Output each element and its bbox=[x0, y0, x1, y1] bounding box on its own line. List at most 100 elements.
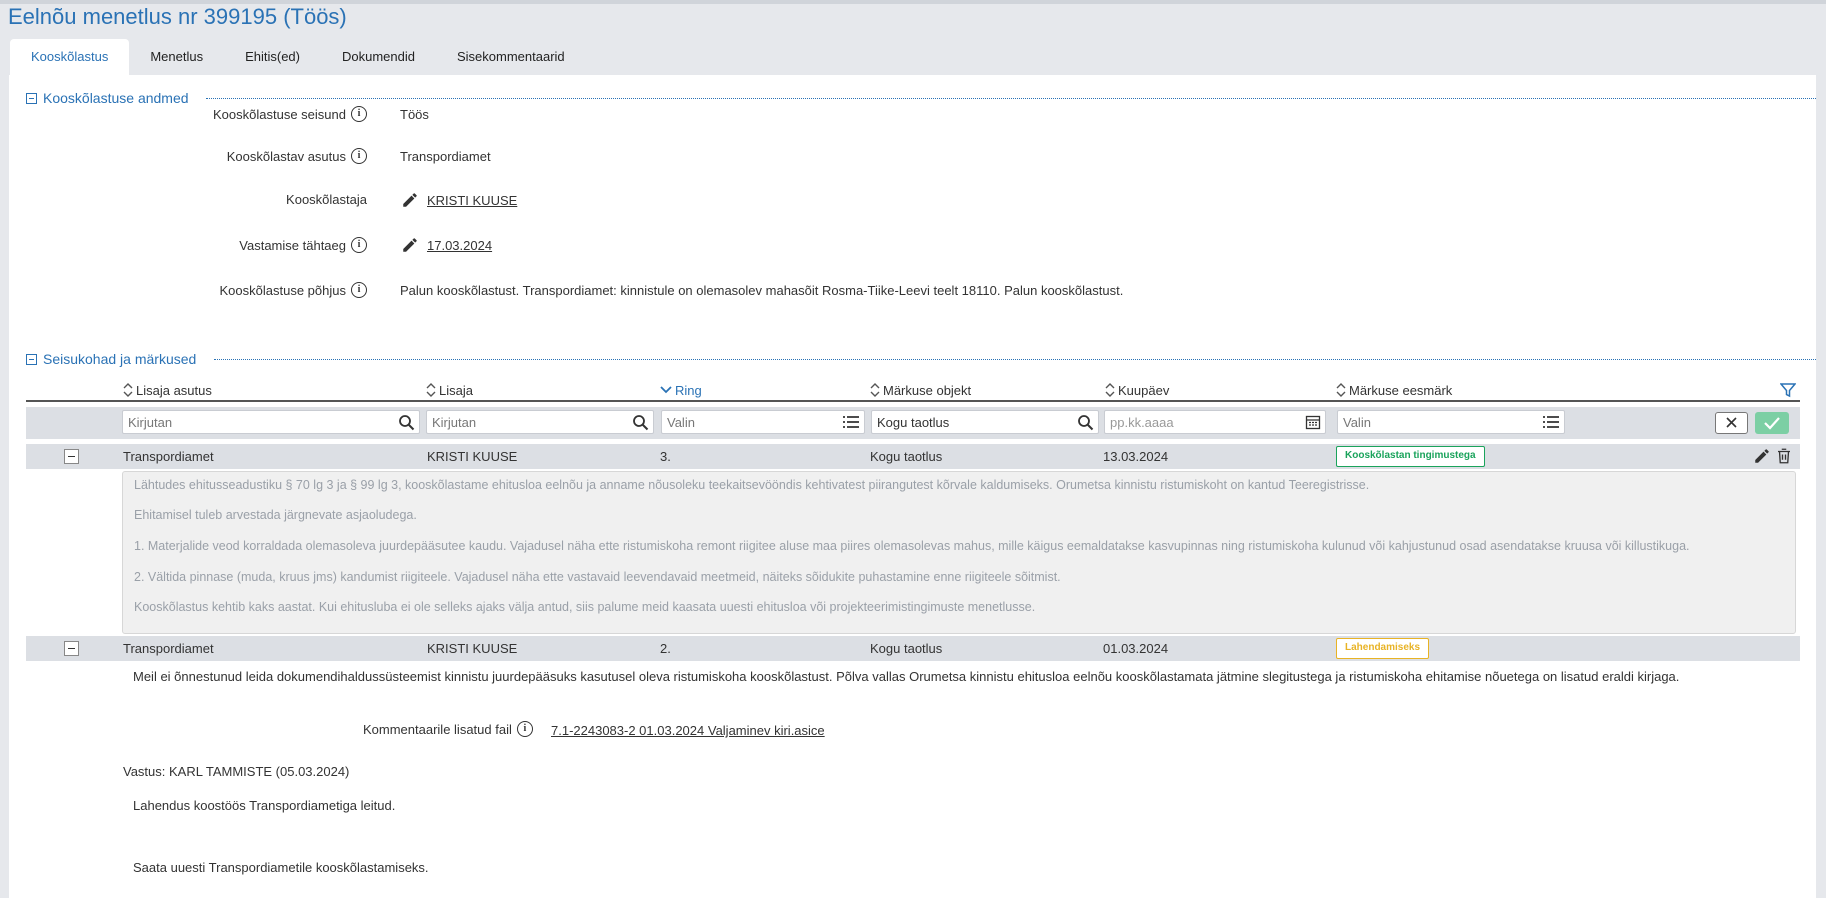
section-title: Seisukohad ja märkused bbox=[43, 351, 197, 367]
check-icon bbox=[1764, 417, 1780, 430]
column-header-lisaja-asutus[interactable]: Lisaja asutus bbox=[123, 381, 212, 399]
status-badge: Lahendamiseks bbox=[1336, 638, 1430, 659]
edit-pencil-icon[interactable] bbox=[401, 191, 419, 209]
cell-ring: 3. bbox=[660, 449, 671, 464]
cell-objekt: Kogu taotlus bbox=[870, 641, 943, 656]
cell-kuupaev: 13.03.2024 bbox=[1103, 449, 1169, 464]
field-label: Kooskõlastuse põhjus i bbox=[220, 282, 367, 298]
cell-ring: 2. bbox=[660, 641, 671, 656]
field-tahtaeg: Vastamise tähtaeg i 17.03.2024 bbox=[9, 237, 1816, 257]
clear-filter-button[interactable] bbox=[1715, 412, 1748, 434]
collapse-icon[interactable] bbox=[26, 92, 37, 104]
field-kooskolastaja: Kooskõlastaja KRISTI KUUSE bbox=[9, 192, 1816, 212]
close-icon bbox=[1726, 417, 1737, 428]
column-header-kuupaev[interactable]: Kuupäev bbox=[1105, 381, 1169, 399]
page-title: Eelnõu menetlus nr 399195 (Töös) bbox=[8, 4, 347, 29]
calendar-icon[interactable] bbox=[1305, 414, 1321, 430]
list-icon[interactable] bbox=[1542, 414, 1560, 430]
tab-menetlus[interactable]: Menetlus bbox=[129, 39, 224, 75]
sort-icon bbox=[1105, 383, 1115, 397]
trash-icon[interactable] bbox=[1775, 447, 1793, 465]
sort-icon bbox=[1336, 383, 1346, 397]
cell-lisaja: KRISTI KUUSE bbox=[427, 449, 518, 464]
comment-box: Lähtudes ehitusseadustiku § 70 lg 3 ja §… bbox=[122, 471, 1796, 634]
field-asutus: Kooskõlastav asutus i Transpordiamet bbox=[9, 148, 1816, 168]
comment-line: 2. Vältida pinnase (muda, kruus jms) kan… bbox=[134, 570, 1061, 584]
filter-ring-select[interactable]: Valin bbox=[661, 410, 865, 434]
sort-desc-icon bbox=[660, 386, 672, 394]
field-label: Kooskõlastaja bbox=[286, 192, 367, 207]
section-title: Kooskõlastuse andmed bbox=[43, 90, 189, 106]
comment-line: Kooskõlastus kehtib kaks aastat. Kui ehi… bbox=[134, 600, 1036, 614]
column-header-markuse-eesmark[interactable]: Märkuse eesmärk bbox=[1336, 381, 1452, 399]
column-header-ring[interactable]: Ring bbox=[660, 381, 702, 399]
list-icon[interactable] bbox=[842, 414, 860, 430]
filter-icon[interactable] bbox=[1780, 381, 1799, 399]
comment-line: 1. Materjalide veod korraldada olemasole… bbox=[134, 539, 1690, 553]
row-actions bbox=[1753, 447, 1793, 465]
column-header-markuse-objekt[interactable]: Märkuse objekt bbox=[870, 381, 971, 399]
table-row: Transpordiamet KRISTI KUUSE 3. Kogu taot… bbox=[26, 444, 1800, 469]
tab-dokumendid[interactable]: Dokumendid bbox=[321, 39, 436, 75]
answer-line: Saata uuesti Transpordiametile kooskõlas… bbox=[133, 860, 429, 875]
tab-sisekommentaarid[interactable]: Sisekommentaarid bbox=[436, 39, 586, 75]
filter-kuupaev-input[interactable]: pp.kk.aaaa bbox=[1104, 410, 1326, 434]
field-value: Palun kooskõlastust. Transpordiamet: kin… bbox=[400, 283, 1124, 298]
answer-line: Lahendus koostöös Transpordiametiga leit… bbox=[133, 798, 396, 813]
attached-file-label: Kommentaarile lisatud fail i bbox=[363, 721, 533, 737]
info-icon[interactable]: i bbox=[351, 106, 367, 122]
search-icon[interactable] bbox=[398, 414, 415, 431]
field-label: Kooskõlastav asutus i bbox=[227, 148, 367, 164]
funnel-icon bbox=[1780, 383, 1796, 398]
comment-line: Lähtudes ehitusseadustiku § 70 lg 3 ja §… bbox=[134, 478, 1370, 492]
edit-pencil-icon[interactable] bbox=[1753, 447, 1771, 465]
comment-text: Meil ei õnnestunud leida dokumendihaldus… bbox=[133, 669, 1680, 684]
tab-ehitised[interactable]: Ehitis(ed) bbox=[224, 39, 321, 75]
field-pohjus: Kooskõlastuse põhjus i Palun kooskõlastus… bbox=[9, 282, 1816, 302]
section-header-kooskolastuse-andmed: Kooskõlastuse andmed bbox=[26, 90, 189, 106]
cell-kuupaev: 01.03.2024 bbox=[1103, 641, 1169, 656]
field-value: Töös bbox=[400, 107, 429, 122]
search-icon[interactable] bbox=[1077, 414, 1094, 431]
section-divider bbox=[214, 359, 1816, 360]
collapse-row-icon[interactable] bbox=[64, 641, 79, 656]
filter-eesmark-select[interactable]: Valin bbox=[1337, 410, 1565, 434]
edit-pencil-icon[interactable] bbox=[401, 236, 419, 254]
cell-objekt: Kogu taotlus bbox=[870, 449, 943, 464]
section-header-seisukohad: Seisukohad ja märkused bbox=[26, 351, 196, 367]
field-seisund: Kooskõlastuse seisund i Töös bbox=[9, 106, 1816, 126]
cell-asutus: Transpordiamet bbox=[123, 449, 214, 464]
info-icon[interactable]: i bbox=[351, 237, 367, 253]
tab-kooskolastus[interactable]: Kooskõlastus bbox=[10, 39, 130, 75]
status-badge: Kooskõlastan tingimustega bbox=[1336, 446, 1485, 467]
comment-line: Ehitamisel tuleb arvestada järgnevate as… bbox=[134, 508, 417, 522]
sort-icon bbox=[870, 383, 880, 397]
search-icon[interactable] bbox=[632, 414, 649, 431]
sort-icon bbox=[123, 383, 133, 397]
cell-asutus: Transpordiamet bbox=[123, 641, 214, 656]
field-value: Transpordiamet bbox=[400, 149, 491, 164]
section-divider bbox=[206, 98, 1816, 99]
field-label: Vastamise tähtaeg i bbox=[239, 237, 367, 253]
attached-file-link[interactable]: 7.1-2243083-2 01.03.2024 Valjaminev kiri… bbox=[551, 723, 825, 738]
field-label: Kooskõlastuse seisund i bbox=[213, 106, 367, 122]
cell-lisaja: KRISTI KUUSE bbox=[427, 641, 518, 656]
filter-lisaja-input[interactable]: Kirjutan bbox=[426, 410, 654, 434]
column-header-lisaja[interactable]: Lisaja bbox=[426, 381, 473, 399]
answer-author: Vastus: KARL TAMMISTE (05.03.2024) bbox=[123, 764, 350, 779]
info-icon[interactable]: i bbox=[516, 721, 533, 737]
tahtaeg-link[interactable]: 17.03.2024 bbox=[427, 238, 492, 253]
filter-asutus-input[interactable]: Kirjutan bbox=[122, 410, 420, 434]
table-header-line bbox=[26, 400, 1800, 402]
info-icon[interactable]: i bbox=[351, 148, 367, 164]
collapse-icon[interactable] bbox=[26, 353, 37, 365]
filter-bar: Kirjutan Kirjutan Valin Kogu taotlus pp.… bbox=[26, 407, 1800, 439]
apply-filter-button[interactable] bbox=[1755, 412, 1789, 434]
collapse-row-icon[interactable] bbox=[64, 449, 79, 464]
sort-icon bbox=[426, 383, 436, 397]
filter-objekt-input[interactable]: Kogu taotlus bbox=[871, 410, 1099, 434]
info-icon[interactable]: i bbox=[351, 282, 367, 298]
kooskolastaja-link[interactable]: KRISTI KUUSE bbox=[427, 193, 517, 208]
tab-bar: Kooskõlastus Menetlus Ehitis(ed) Dokumen… bbox=[10, 39, 586, 75]
table-row: Transpordiamet KRISTI KUUSE 2. Kogu taot… bbox=[26, 636, 1800, 661]
